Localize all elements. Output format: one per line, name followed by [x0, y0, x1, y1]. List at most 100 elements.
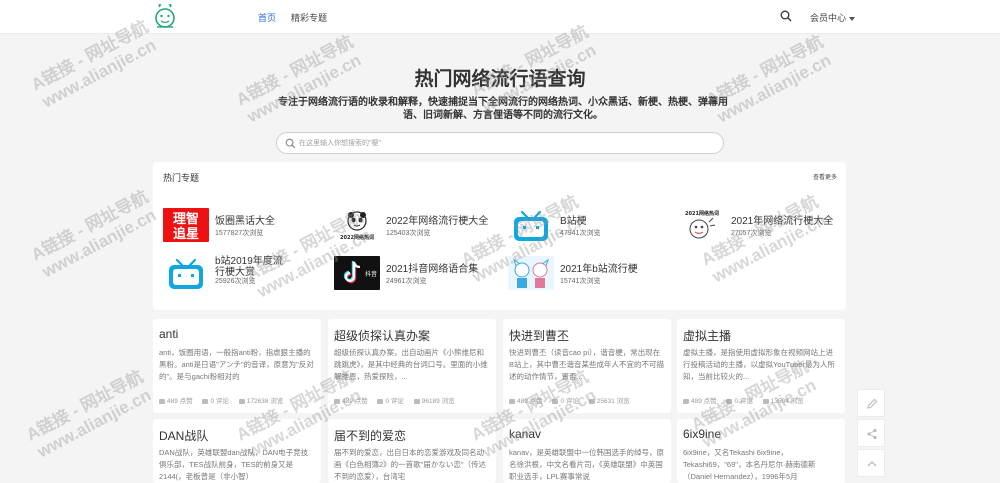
search-input[interactable]	[299, 136, 699, 150]
hot-topics-panel: 热门专题 查看更多 理智 追星 饭圈黑话大全 1577827次浏览 2022网络…	[153, 162, 846, 310]
topic-views: 27057次浏览	[731, 230, 772, 237]
card-title: anti	[159, 327, 179, 341]
page-description: 专注于网络流行语的收录和解释，快速捕捉当下全网流行的网络热词、小众黑话、新梗、热…	[278, 97, 728, 121]
search-icon[interactable]	[780, 10, 792, 22]
page-title: 热门网络流行语查询	[414, 69, 586, 90]
share-button[interactable]	[857, 419, 885, 447]
comments-count: 0 评论	[552, 398, 579, 405]
topic-thumb-text: 2022网络热词	[340, 234, 374, 241]
topic-name: 2021抖音网络语合集	[386, 264, 479, 275]
eye-icon	[413, 398, 420, 404]
topic-name: 2021年网络流行梗大全	[731, 216, 834, 227]
likes-count: 489 点赞	[683, 398, 717, 405]
topic-thumb-text: 追星	[173, 226, 199, 242]
comments-count: 0 评论	[377, 398, 404, 405]
topic-item-douyin-2021[interactable]: 抖音 2021抖音网络语合集 24961次浏览	[334, 256, 504, 292]
card-title: 超级侦探认真办案	[334, 329, 431, 343]
view-more-link[interactable]: 查看更多	[813, 172, 837, 181]
topic-views: 15741次浏览	[560, 278, 601, 285]
card-description: 超级侦探认真办案，出自动画片《小熊维尼和跳跳虎》，是其中经典的台词口号。里面的小…	[334, 348, 488, 381]
back-to-top-button[interactable]	[857, 449, 885, 477]
topic-views: 1577827次浏览	[215, 230, 264, 237]
thumbs-up-icon	[334, 398, 340, 404]
card-fast-forward[interactable]: 快进到曹丕 快进到曹丕（读音cao pi），谐音梗，常出现在B站上，其中曹丕谐音…	[503, 319, 671, 413]
bilibili-tv-icon	[514, 210, 548, 241]
topic-item-bilibili-2021[interactable]: 2021年b站流行梗 15741次浏览	[508, 256, 658, 292]
card-description: kanav，是英雄联盟中一位韩国选手的绰号，原名徐洪根，中文名看片司，《英雄联盟…	[509, 448, 665, 481]
hot-topics-title: 热门专题	[163, 173, 200, 183]
card-title: DAN战队	[159, 429, 209, 443]
chevron-down-icon	[849, 16, 856, 21]
topic-name: 2022年网络流行梗大全	[386, 216, 489, 227]
topic-views: 47941次浏览	[560, 230, 601, 237]
card-title: 快进到曹丕	[509, 329, 570, 343]
topic-item-2021-memes[interactable]: 2021网络热词 2021年网络流行梗大全 27057次浏览	[679, 208, 844, 244]
card-meta: 489 点赞 0 评论 13504 浏览	[683, 395, 812, 405]
card-description: 6ix9ine，又名Tekashi 6ix9ine，Tekashi69，"69"…	[683, 448, 816, 481]
thumbs-up-icon	[683, 398, 689, 404]
topic-thumbnail: 理智 追星	[163, 208, 209, 242]
card-anti[interactable]: anti anti，饭圈用语，一般指anti粉，指虐狠主播的黑粉。anti是日语…	[153, 319, 321, 413]
logo-icon[interactable]	[152, 3, 178, 31]
share-icon	[867, 428, 877, 440]
card-meta: 489 点赞 0 评论 172638 浏览	[159, 395, 291, 405]
topic-views: 125403次浏览	[386, 230, 431, 237]
card-description: DAN战队，英雄联盟dan战队，DAN电子竞技俱乐部，TES战队前身，TES的前…	[159, 448, 309, 481]
eye-icon	[238, 398, 245, 404]
search-box	[276, 132, 724, 154]
card-description: 快进到曹丕（读音cao pi），谐音梗，常出现在B站上，其中曹丕谐音某些成年人不…	[509, 348, 665, 381]
topic-name: B站梗	[560, 216, 587, 227]
topic-thumb-text: 2021网络热词	[685, 210, 719, 217]
comment-icon	[377, 398, 384, 404]
comment-icon	[202, 398, 209, 404]
topic-thumbnail	[508, 256, 554, 290]
top-nav: 首页 精彩专题 会员中心	[0, 0, 1000, 34]
likes-count: 489 点赞	[509, 398, 543, 405]
nav-home[interactable]: 首页	[258, 11, 276, 24]
card-description: anti，饭圈用语，一般指anti粉，指虐狠主播的黑粉。anti是日语"アンチ"…	[159, 348, 314, 381]
card-kanav[interactable]: kanav kanav，是英雄联盟中一位韩国选手的绰号，原名徐洪根，中文名看片司…	[503, 419, 671, 483]
comments-count: 0 评论	[726, 398, 753, 405]
topic-thumbnail: 2021网络热词	[679, 208, 725, 242]
card-unreachable-love[interactable]: 届不到的爱恋 届不到的爱恋，出自日本的恋爱游戏及同名动画《白色相簿2》的一首歌"…	[328, 419, 496, 483]
douyin-logo-icon: 抖音	[334, 256, 380, 290]
views-count: 25631 浏览	[588, 398, 630, 405]
card-title: 届不到的爱恋	[334, 429, 407, 443]
views-count: 172638 浏览	[238, 398, 283, 405]
card-description: 届不到的爱恋，出自日本的恋爱游戏及同名动画《白色相簿2》的一首歌"届かない恋"（…	[334, 448, 486, 481]
topic-item-bilibili-2019[interactable]: b站2019年度流行梗大赏 25926次浏览	[163, 256, 323, 292]
thumbs-up-icon	[159, 398, 165, 404]
watermark: A链接 - 网址导航 www.alianjie.cn	[23, 366, 155, 462]
watermark: A链接 - 网址导航 www.alianjie.cn	[28, 186, 160, 282]
member-center-menu[interactable]: 会员中心	[810, 11, 856, 24]
views-count: 96189 浏览	[413, 398, 455, 405]
topic-name: b站2019年度流行梗大赏	[215, 256, 283, 278]
card-super-detective[interactable]: 超级侦探认真办案 超级侦探认真办案，出自动画片《小熊维尼和跳跳虎》，是其中经典的…	[328, 319, 496, 413]
eye-icon	[588, 398, 595, 404]
comments-count: 0 评论	[202, 398, 229, 405]
nav-topics[interactable]: 精彩专题	[291, 11, 327, 24]
topic-thumb-text: 理智	[173, 211, 199, 227]
edit-button[interactable]	[857, 389, 885, 417]
card-dan-team[interactable]: DAN战队 DAN战队，英雄联盟dan战队，DAN电子竞技俱乐部，TES战队前身…	[153, 419, 321, 483]
likes-count: 489 点赞	[334, 398, 368, 405]
card-virtual-streamer[interactable]: 虚拟主播 虚拟主播，是指使用虚拟形象在视频网站上进行投稿活动的主播，以虚拟You…	[677, 319, 845, 413]
comment-icon	[552, 398, 559, 404]
topic-name: 饭圈黑话大全	[215, 216, 275, 227]
topic-item-2022-memes[interactable]: 2022网络热词 2022年网络流行梗大全 125403次浏览	[334, 208, 504, 244]
card-title: kanav	[509, 427, 542, 441]
card-6ix9ine[interactable]: 6ix9ine 6ix9ine，又名Tekashi 6ix9ine，Tekash…	[677, 419, 845, 483]
topic-views: 24961次浏览	[386, 278, 427, 285]
chevron-up-icon	[867, 461, 877, 467]
thumbs-up-icon	[509, 398, 515, 404]
card-title: 虚拟主播	[683, 329, 732, 343]
comment-icon	[726, 398, 733, 404]
topic-item-bilibili-memes[interactable]: B站梗 47941次浏览	[508, 208, 658, 244]
views-count: 13504 浏览	[762, 398, 804, 405]
bilibili-tv-icon	[169, 258, 203, 289]
topic-item-fandom-slang[interactable]: 理智 追星 饭圈黑话大全 1577827次浏览	[163, 208, 323, 244]
eye-icon	[762, 398, 769, 404]
card-meta: 489 点赞 0 评论 96189 浏览	[334, 395, 463, 405]
topic-thumbnail: 2022网络热词	[334, 208, 380, 242]
card-title: 6ix9ine	[683, 427, 722, 441]
